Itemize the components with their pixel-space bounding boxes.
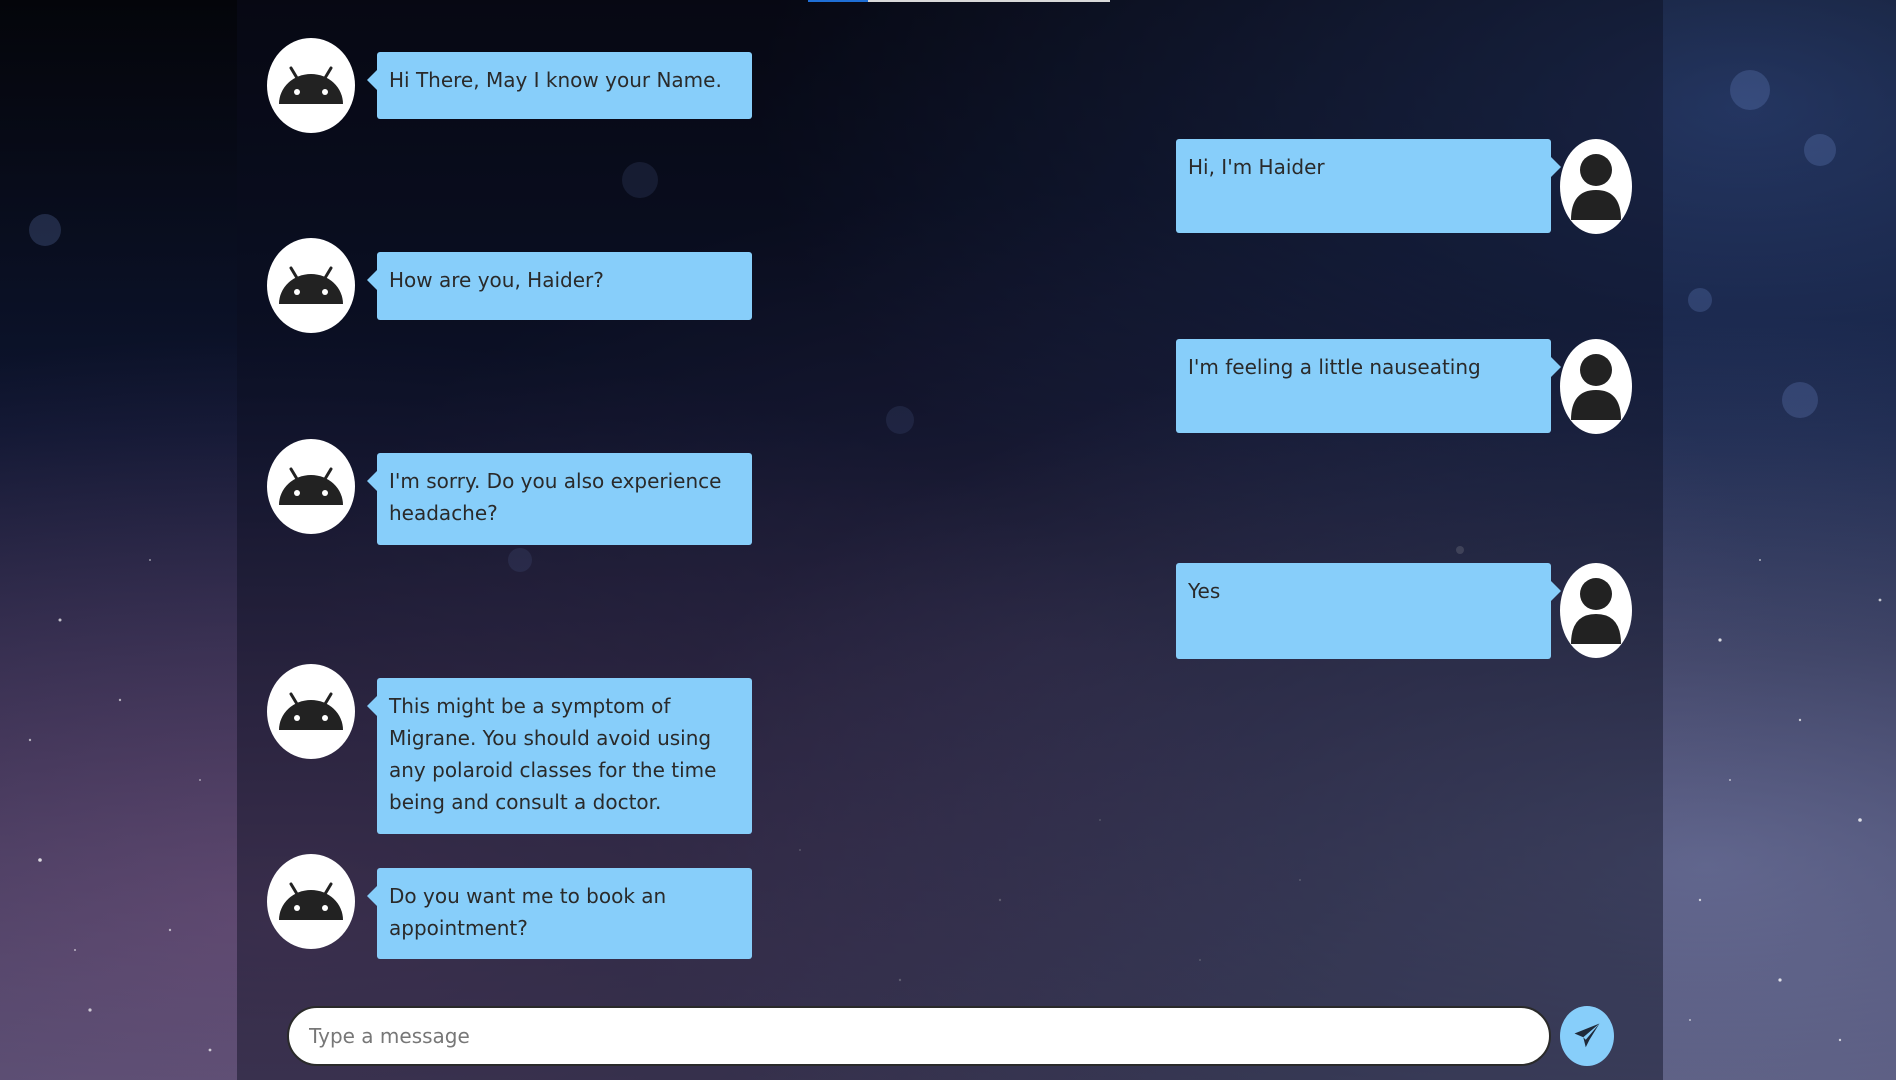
user-message: Hi, I'm Haider (1176, 139, 1561, 233)
top-progress-bar (808, 0, 1110, 2)
android-icon (279, 467, 343, 505)
user-avatar (1560, 139, 1632, 234)
bot-avatar (267, 439, 355, 534)
user-icon (1571, 577, 1621, 644)
user-icon (1571, 353, 1621, 420)
bot-message: How are you, Haider? (367, 252, 752, 320)
top-progress-active (808, 0, 868, 2)
bot-message: I'm sorry. Do you also experience headac… (367, 453, 752, 545)
bot-message: Do you want me to book an appointment? (367, 868, 752, 959)
user-avatar (1560, 563, 1632, 658)
send-icon (1574, 1023, 1600, 1048)
bot-message: This might be a symptom of Migrane. You … (367, 678, 752, 834)
bot-avatar (267, 38, 355, 133)
android-icon (279, 66, 343, 104)
bot-avatar (267, 238, 355, 333)
send-button[interactable] (1560, 1006, 1614, 1066)
bot-avatar (267, 854, 355, 949)
user-message: I'm feeling a little nauseating (1176, 339, 1561, 433)
user-avatar (1560, 339, 1632, 434)
android-icon (279, 266, 343, 304)
user-message: Yes (1176, 563, 1561, 659)
bot-message: Hi There, May I know your Name. (367, 52, 752, 119)
bot-avatar (267, 664, 355, 759)
user-icon (1571, 153, 1621, 220)
android-icon (279, 692, 343, 730)
message-input[interactable] (287, 1006, 1551, 1066)
android-icon (279, 882, 343, 920)
